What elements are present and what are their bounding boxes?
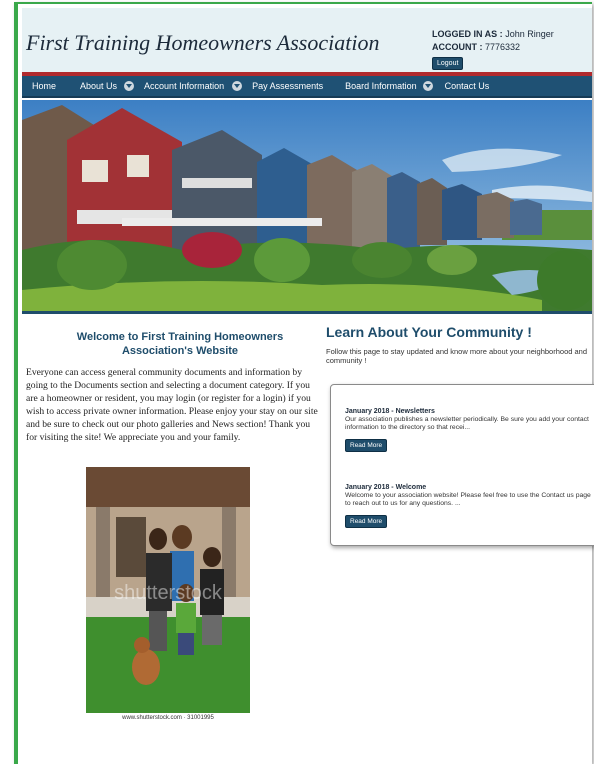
community-subtitle: Follow this page to stay updated and kno… (326, 347, 588, 365)
welcome-title: Welcome to First Training Homeowners Ass… (76, 331, 284, 357)
news-item-text: Welcome to your association website! Ple… (345, 492, 591, 507)
nav-contact-us[interactable]: Contact Us (445, 81, 490, 91)
news-item: January 2018 - Welcome Welcome to your a… (345, 483, 591, 528)
community-title: Learn About Your Community ! (326, 324, 532, 340)
photo-caption: www.shutterstock.com · 31001995 (122, 715, 214, 721)
chevron-down-icon[interactable] (232, 81, 243, 91)
read-more-button[interactable]: Read More (345, 515, 388, 528)
news-item-title: January 2018 - Newsletters (345, 408, 435, 415)
nav-home[interactable]: Home (32, 81, 56, 91)
nav-account-information[interactable]: Account Information (144, 81, 224, 91)
logged-in-row: LOGGED IN AS : John Ringer (432, 28, 554, 41)
nav-about-us[interactable]: About Us (80, 81, 117, 91)
news-panel: January 2018 - Newsletters Our associati… (330, 384, 594, 546)
chevron-down-icon[interactable] (422, 81, 433, 91)
hero-image (22, 100, 592, 314)
account-label: ACCOUNT : (432, 42, 483, 52)
family-photo: shutterstock (86, 467, 250, 713)
account-number: 7776332 (485, 42, 521, 52)
news-item: January 2018 - Newsletters Our associati… (345, 407, 591, 452)
nav-board-information[interactable]: Board Information (345, 81, 417, 91)
site-title: First Training Homeowners Association (26, 30, 380, 55)
account-row: ACCOUNT : 7776332 (432, 41, 554, 54)
news-item-title: January 2018 - Welcome (345, 484, 427, 491)
news-item-text: Our association publishes a newsletter p… (345, 416, 589, 431)
site-header: First Training Homeowners Association LO… (22, 8, 592, 72)
nav-pay-assessments[interactable]: Pay Assessments (252, 81, 323, 91)
logged-in-label: LOGGED IN AS : (432, 29, 503, 39)
logout-button[interactable]: Logout (432, 57, 464, 70)
login-info: LOGGED IN AS : John Ringer ACCOUNT : 777… (432, 28, 554, 70)
main-nav: Home About Us Account Information Pay As… (22, 76, 592, 98)
welcome-body: Everyone can access general community do… (26, 367, 318, 443)
logged-in-user: John Ringer (505, 29, 554, 39)
read-more-button[interactable]: Read More (345, 439, 388, 452)
chevron-down-icon[interactable] (124, 81, 135, 91)
page-frame: First Training Homeowners Association LO… (14, 2, 594, 764)
watermark-text: shutterstock (114, 582, 223, 604)
